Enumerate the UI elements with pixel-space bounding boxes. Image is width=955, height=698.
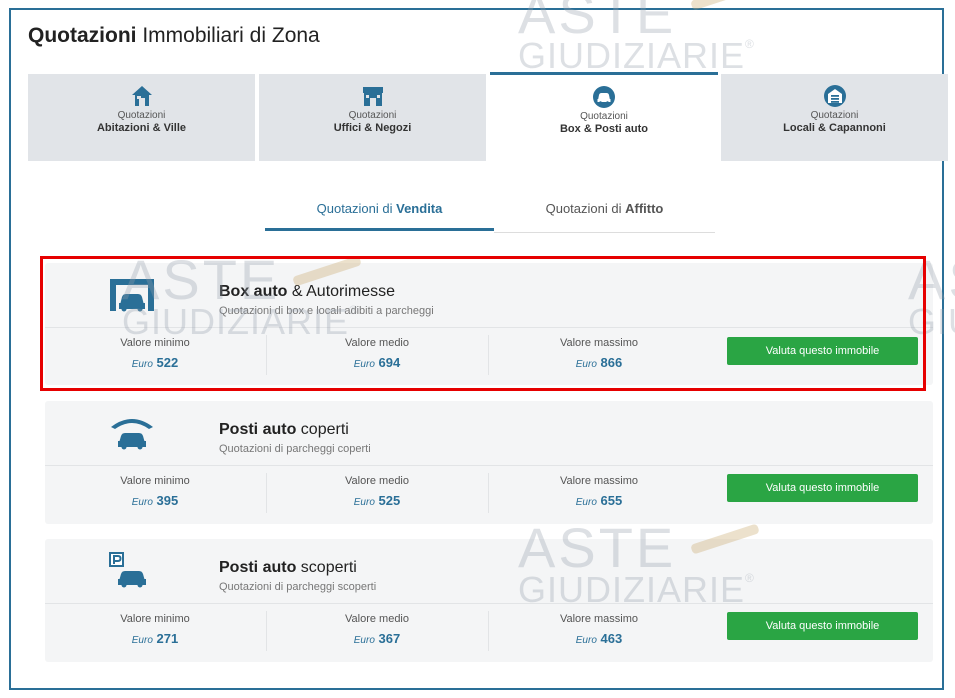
card-title-bold: Posti auto	[219, 559, 297, 576]
card-subtitle: Quotazioni di parcheggi scoperti	[219, 581, 377, 593]
metric-value: Euro 525	[267, 493, 487, 508]
valuta-button[interactable]: Valuta questo immobile	[727, 612, 918, 640]
tab-vendita-bold: Vendita	[396, 201, 443, 216]
price-type-tabs: Quotazioni di Vendita Quotazioni di Affi…	[265, 195, 715, 233]
metric-min: Valore minimo Euro 271	[45, 603, 265, 661]
metric-number: 271	[156, 631, 179, 646]
tab-abitazioni-ville[interactable]: Quotazioni Abitazioni & Ville	[28, 74, 255, 161]
category-tabs: Quotazioni Abitazioni & Ville Quotazioni…	[28, 72, 948, 161]
tab-label-line1: Quotazioni	[580, 111, 628, 122]
metric-number: 395	[156, 493, 179, 508]
metric-label: Valore massimo	[559, 475, 639, 487]
shop-icon	[362, 87, 383, 106]
tab-label-line1: Quotazioni	[810, 110, 859, 121]
metric-value: Euro 463	[489, 631, 709, 646]
tab-label-line2: Uffici & Negozi	[333, 122, 412, 134]
card-title-rest: scoperti	[296, 559, 357, 576]
metric-value: Euro 367	[267, 631, 487, 646]
highlight-box	[40, 256, 926, 391]
metric-max: Valore massimo Euro 655	[489, 465, 709, 523]
metric-currency: Euro	[353, 497, 375, 508]
tab-vendita[interactable]: Quotazioni di Vendita	[265, 195, 494, 231]
card-posti-auto-coperti: Posti auto coperti Quotazioni di parcheg…	[45, 401, 933, 524]
metric-number: 367	[378, 631, 401, 646]
card-posti-auto-scoperti: Posti auto scoperti Quotazioni di parche…	[45, 539, 933, 662]
card-title-rest: coperti	[296, 421, 349, 438]
metric-value: Euro 271	[45, 631, 265, 646]
warehouse-icon	[823, 85, 846, 107]
tab-label-line2: Locali & Capannoni	[783, 122, 886, 134]
metric-value: Euro 655	[489, 493, 709, 508]
metric-min: Valore minimo Euro 395	[45, 465, 265, 523]
metric-label: Valore medio	[345, 613, 409, 625]
open-parking-icon	[109, 552, 146, 588]
tab-uffici-negozi[interactable]: Quotazioni Uffici & Negozi	[259, 74, 486, 161]
card-title-bold: Posti auto	[219, 421, 297, 438]
car-icon	[593, 86, 615, 108]
page-title: Quotazioni Immobiliari di Zona	[28, 24, 320, 48]
tab-affitto-bold: Affitto	[625, 201, 664, 216]
tab-label-line1: Quotazioni	[348, 110, 397, 121]
metric-number: 655	[600, 493, 623, 508]
metric-number: 463	[600, 631, 623, 646]
page-title-rest: Immobiliari di Zona	[136, 24, 320, 47]
metric-currency: Euro	[575, 635, 597, 646]
tab-affitto[interactable]: Quotazioni di Affitto	[494, 195, 715, 233]
house-icon	[131, 86, 152, 106]
tab-box-posti-auto[interactable]: Quotazioni Box & Posti auto	[490, 72, 718, 161]
card-subtitle: Quotazioni di parcheggi coperti	[219, 443, 371, 455]
metric-currency: Euro	[131, 497, 153, 508]
metric-currency: Euro	[575, 497, 597, 508]
tab-label-line2: Box & Posti auto	[559, 123, 648, 135]
metric-currency: Euro	[131, 635, 153, 646]
metric-label: Valore minimo	[120, 613, 190, 625]
metric-currency: Euro	[353, 635, 375, 646]
page-title-bold: Quotazioni	[28, 24, 137, 47]
metric-label: Valore minimo	[120, 475, 190, 487]
metric-label: Valore medio	[345, 475, 409, 487]
metric-number: 525	[378, 493, 401, 508]
tab-affitto-prefix: Quotazioni di	[545, 201, 626, 216]
metric-mid: Valore medio Euro 525	[267, 465, 487, 523]
valuta-button[interactable]: Valuta questo immobile	[727, 474, 918, 502]
card-title: Posti auto scoperti	[219, 559, 357, 577]
metric-value: Euro 395	[45, 493, 265, 508]
covered-parking-icon	[111, 419, 153, 450]
metric-max: Valore massimo Euro 463	[489, 603, 709, 661]
tab-locali-capannoni[interactable]: Quotazioni Locali & Capannoni	[721, 74, 948, 161]
tab-label-line1: Quotazioni	[117, 110, 166, 121]
tab-vendita-prefix: Quotazioni di	[316, 201, 397, 216]
card-title: Posti auto coperti	[219, 421, 349, 439]
metric-mid: Valore medio Euro 367	[267, 603, 487, 661]
metric-label: Valore massimo	[559, 613, 639, 625]
tab-label-line2: Abitazioni & Ville	[96, 122, 187, 134]
